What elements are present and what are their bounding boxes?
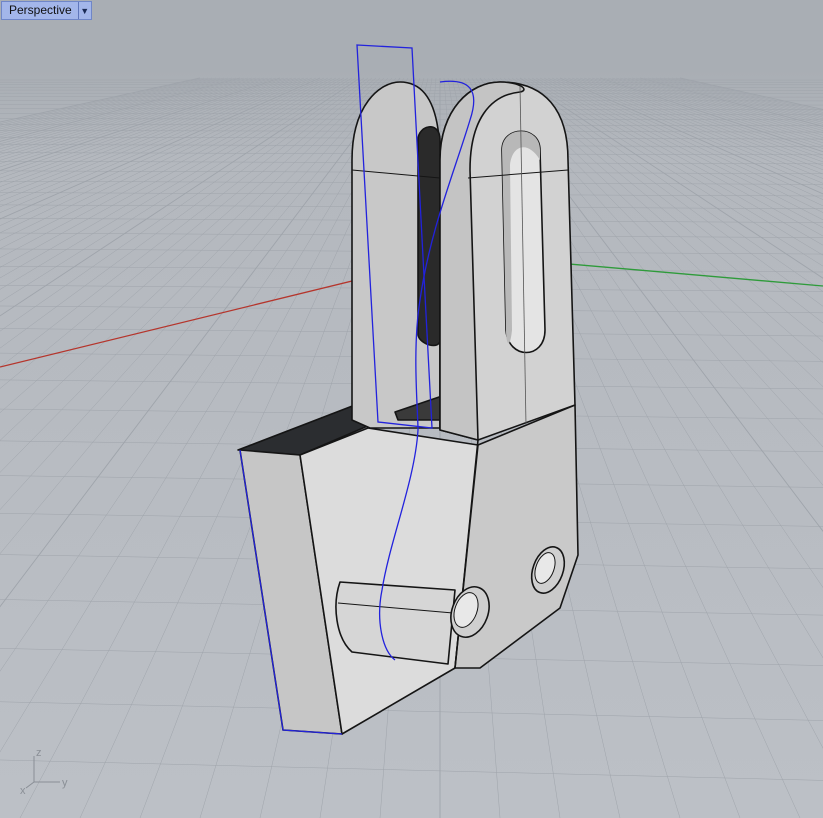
x-axis-label: x bbox=[20, 785, 26, 797]
grid-line bbox=[0, 77, 217, 130]
grid-line bbox=[559, 77, 823, 195]
grid-line bbox=[579, 77, 823, 171]
grid-line bbox=[555, 77, 823, 200]
grid-line bbox=[0, 77, 253, 150]
z-axis-label: z bbox=[36, 747, 42, 759]
grid-line bbox=[679, 77, 823, 110]
grid-line bbox=[643, 77, 823, 125]
grid-line bbox=[0, 77, 225, 134]
hinge-cylinder bbox=[335, 581, 456, 665]
scene-canvas[interactable] bbox=[0, 0, 823, 818]
grid-line bbox=[0, 77, 249, 147]
grid-line bbox=[591, 77, 823, 159]
grid-line bbox=[659, 77, 823, 118]
grid-line bbox=[0, 759, 823, 781]
grid-line bbox=[543, 77, 823, 221]
grid-line bbox=[0, 77, 257, 152]
grid-line bbox=[599, 77, 823, 153]
viewport-title[interactable]: Perspective bbox=[2, 2, 78, 19]
bracket-model[interactable] bbox=[237, 81, 579, 735]
grid-line bbox=[539, 77, 823, 228]
grid-line bbox=[0, 77, 201, 123]
grid-line bbox=[535, 77, 823, 237]
chevron-down-icon[interactable]: ▼ bbox=[77, 2, 91, 19]
grid-line bbox=[0, 77, 233, 138]
x-axis-gizmo-line bbox=[25, 781, 35, 789]
grid-line bbox=[639, 77, 823, 127]
viewport-title-tab[interactable]: Perspective ▼ bbox=[1, 1, 92, 20]
grid-line bbox=[631, 77, 823, 131]
grid-line bbox=[0, 77, 221, 132]
grid-line bbox=[575, 77, 823, 175]
grid-line bbox=[547, 77, 823, 213]
y-axis-label: y bbox=[62, 777, 68, 789]
grid-line bbox=[0, 77, 213, 128]
grid-line bbox=[567, 77, 823, 184]
grid-line bbox=[571, 77, 823, 179]
grid-line bbox=[603, 77, 823, 149]
perspective-viewport[interactable]: Perspective ▼ z y x bbox=[0, 0, 823, 818]
grid-line bbox=[655, 77, 823, 120]
grid-line bbox=[563, 77, 823, 189]
grid-line bbox=[611, 77, 823, 144]
grid-line bbox=[647, 77, 823, 123]
axis-gizmo: z y x bbox=[20, 747, 68, 797]
grid-line bbox=[607, 77, 823, 146]
grid-line bbox=[0, 77, 229, 136]
grid-line bbox=[623, 77, 823, 136]
grid-line bbox=[595, 77, 823, 156]
grid-line bbox=[671, 77, 823, 113]
grid-line bbox=[0, 77, 245, 145]
